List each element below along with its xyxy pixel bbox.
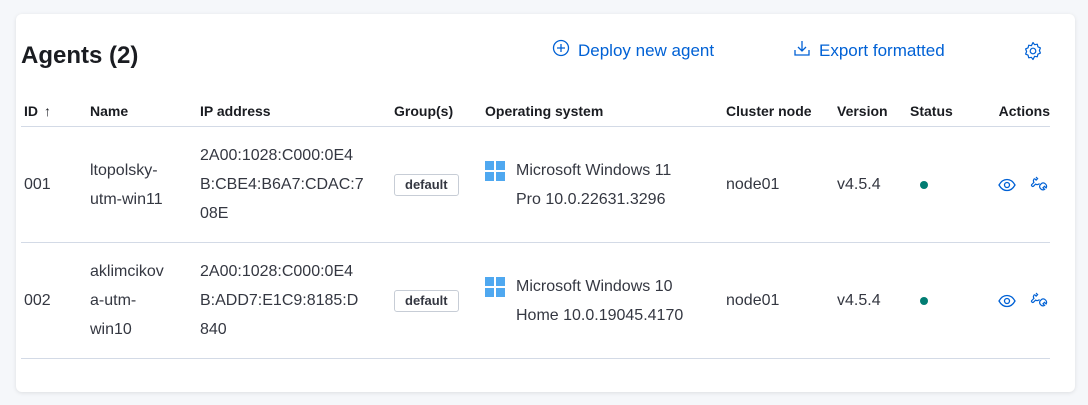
gear-icon xyxy=(1023,41,1043,66)
operating-system-name-line: Home 10.0.19045.4170 xyxy=(516,306,684,324)
column-header-cluster-node[interactable]: Cluster node xyxy=(723,96,834,127)
column-header-operating-system[interactable]: Operating system xyxy=(482,96,723,127)
plus-circle-icon xyxy=(552,39,570,62)
ip-address: 2A00:1028:C000:0E4 B:ADD7:E1C9:8185:D 840 xyxy=(200,257,391,344)
agent-id: 002 xyxy=(24,292,51,309)
ip-address-line: 2A00:1028:C000:0E4 xyxy=(200,147,354,164)
ip-address-cell: 2A00:1028:C000:0E4 B:CBE4:B6A7:CDAC:7 08E xyxy=(197,126,391,243)
ip-address-line: 08E xyxy=(200,205,229,222)
column-header-status[interactable]: Status xyxy=(907,96,975,127)
deploy-new-agent-label: Deploy new agent xyxy=(578,40,715,60)
configure-agent-button[interactable] xyxy=(1030,176,1048,194)
download-icon xyxy=(793,39,811,62)
wrench-icon xyxy=(1030,292,1048,306)
header-actions: Deploy new agent Export formatted xyxy=(0,39,1088,65)
ip-address-line: B:CBE4:B6A7:CDAC:7 xyxy=(200,176,364,193)
windows-icon xyxy=(485,160,505,181)
actions-cell xyxy=(975,126,1050,243)
eye-icon xyxy=(998,294,1016,307)
operating-system-cell: Microsoft Windows 11 Pro 10.0.22631.3296 xyxy=(482,126,723,243)
actions-cell xyxy=(975,242,1050,359)
agent-name-line: win10 xyxy=(90,321,132,338)
view-agent-button[interactable] xyxy=(998,178,1016,192)
groups-cell: default xyxy=(391,126,482,243)
ip-address: 2A00:1028:C000:0E4 B:CBE4:B6A7:CDAC:7 08E xyxy=(200,141,391,228)
table-row[interactable]: 001 ltopolsky-utm-win11 2A00:1028:C000:0… xyxy=(21,126,1050,243)
column-header-ip-address[interactable]: IP address xyxy=(197,96,391,127)
column-header-name[interactable]: Name xyxy=(87,96,197,127)
agent-name-cell: aklimcikov a-utm-win10 xyxy=(87,242,197,359)
table-settings-button[interactable] xyxy=(1023,41,1043,66)
column-header-actions: Actions xyxy=(975,96,1050,127)
status-active-dot xyxy=(920,181,928,189)
deploy-new-agent-button[interactable]: Deploy new agent xyxy=(552,39,714,62)
eye-icon xyxy=(998,178,1016,191)
agent-name: aklimcikov a-utm-win10 xyxy=(90,257,197,344)
ip-address-cell: 2A00:1028:C000:0E4 B:ADD7:E1C9:8185:D 840 xyxy=(197,242,391,359)
cluster-node: node01 xyxy=(726,176,780,193)
ip-address-line: 840 xyxy=(200,321,227,338)
agent-name-line: a-utm- xyxy=(90,292,137,309)
operating-system-name-line: Microsoft Windows 11 xyxy=(516,161,672,179)
operating-system-name: Microsoft Windows 10 Home 10.0.19045.4170 xyxy=(516,272,723,330)
configure-agent-button[interactable] xyxy=(1030,292,1048,310)
group-badge[interactable]: default xyxy=(394,290,459,312)
operating-system-name-line: Microsoft Windows 10 xyxy=(516,277,673,295)
operating-system-name-line: Pro 10.0.22631.3296 xyxy=(516,190,666,208)
column-header-id[interactable]: ID ↑ xyxy=(21,96,87,127)
table-header-row: ID ↑ Name IP address Group(s) Operating s… xyxy=(21,96,1050,127)
ip-address-line: B:ADD7:E1C9:8185:D xyxy=(200,292,359,309)
cluster-node-cell: node01 xyxy=(723,126,834,243)
view-agent-button[interactable] xyxy=(998,294,1016,308)
agent-name-cell: ltopolsky-utm-win11 xyxy=(87,126,197,243)
version-cell: v4.5.4 xyxy=(834,242,907,359)
column-header-version[interactable]: Version xyxy=(834,96,907,127)
version-cell: v4.5.4 xyxy=(834,126,907,243)
column-header-groups[interactable]: Group(s) xyxy=(391,96,482,127)
cluster-node-cell: node01 xyxy=(723,242,834,359)
agent-name: ltopolsky-utm-win11 xyxy=(90,156,197,214)
sort-ascending-icon: ↑ xyxy=(44,103,51,119)
agent-version: v4.5.4 xyxy=(837,292,881,309)
groups-cell: default xyxy=(391,242,482,359)
operating-system-cell: Microsoft Windows 10 Home 10.0.19045.4170 xyxy=(482,242,723,359)
group-badge[interactable]: default xyxy=(394,174,459,196)
agents-table: ID ↑ Name IP address Group(s) Operating s… xyxy=(21,96,1050,359)
cluster-node: node01 xyxy=(726,292,780,309)
agent-name-line: utm-win11 xyxy=(90,190,163,208)
status-active-dot xyxy=(920,297,928,305)
wrench-icon xyxy=(1030,176,1048,190)
ip-address-line: 2A00:1028:C000:0E4 xyxy=(200,263,354,280)
table-row[interactable]: 002 aklimcikov a-utm-win10 2A00:1028:C000… xyxy=(21,242,1050,359)
operating-system-name: Microsoft Windows 11 Pro 10.0.22631.3296 xyxy=(516,156,723,214)
agent-id-cell: 002 xyxy=(21,242,87,359)
status-cell xyxy=(907,126,975,243)
windows-icon xyxy=(485,276,505,297)
agent-id: 001 xyxy=(24,176,51,193)
agent-version: v4.5.4 xyxy=(837,176,881,193)
export-formatted-label: Export formatted xyxy=(819,40,945,60)
export-formatted-button[interactable]: Export formatted xyxy=(793,39,945,62)
status-cell xyxy=(907,242,975,359)
agent-id-cell: 001 xyxy=(21,126,87,243)
agent-name-line: ltopolsky- xyxy=(90,161,158,179)
agent-name-line: aklimcikov xyxy=(90,263,164,280)
